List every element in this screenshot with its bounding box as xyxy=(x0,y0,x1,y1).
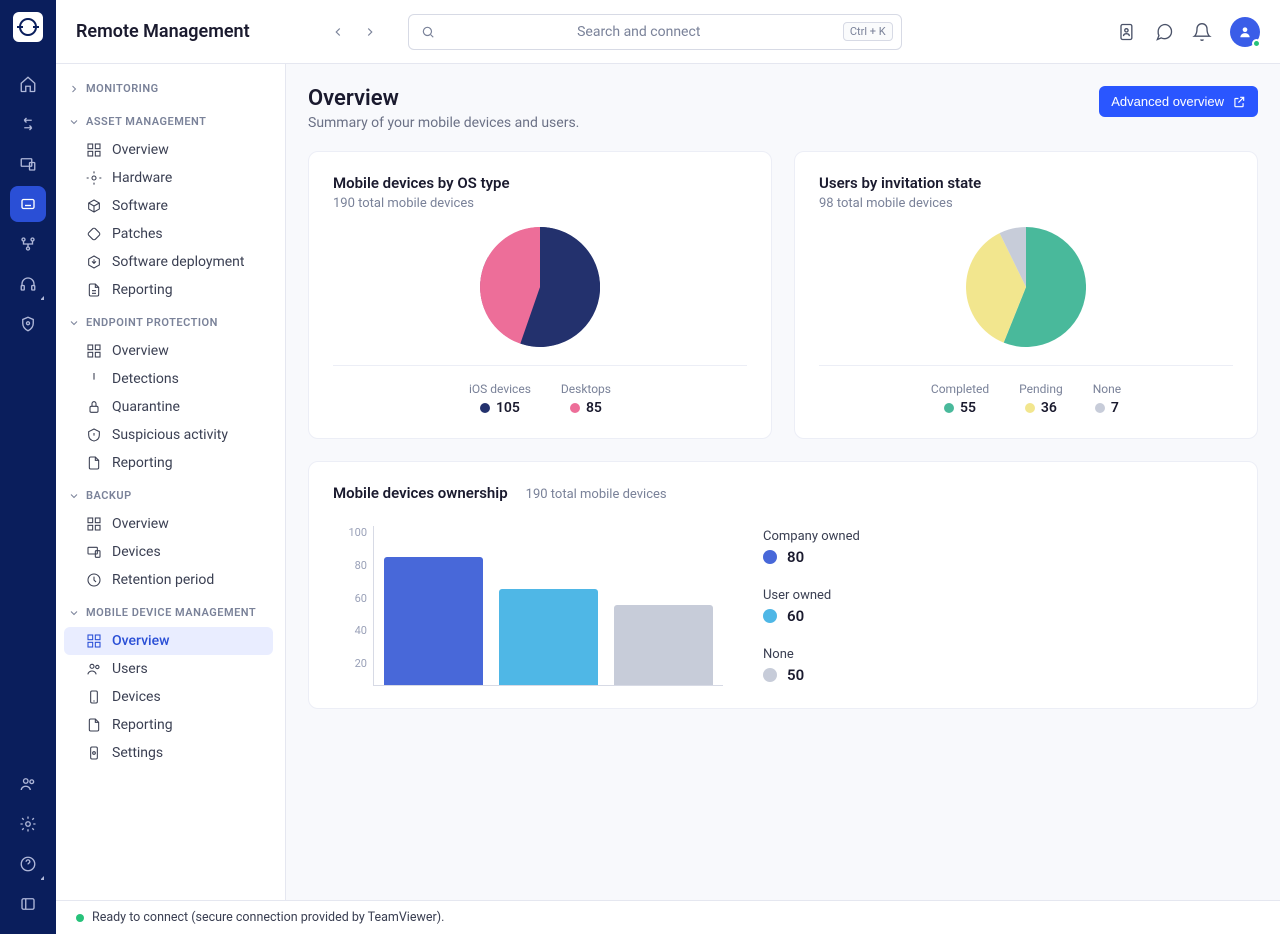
chevron-down-icon xyxy=(68,490,80,502)
tree-head-backup[interactable]: BACKUP xyxy=(62,481,275,510)
legend-item: User owned 60 xyxy=(763,588,860,625)
bar-company xyxy=(384,557,483,685)
chevron-down-icon xyxy=(68,607,80,619)
tree-item-mdm-overview[interactable]: Overview xyxy=(64,627,273,655)
tree-head-asset[interactable]: ASSET MANAGEMENT xyxy=(62,107,275,136)
card-ownership: Mobile devices ownership 190 total mobil… xyxy=(308,461,1258,709)
tree-item-quarantine[interactable]: Quarantine xyxy=(64,393,273,421)
card-subtitle: 190 total mobile devices xyxy=(526,487,667,502)
tree-item-mdm-settings[interactable]: Settings xyxy=(64,739,273,767)
color-dot xyxy=(570,403,580,413)
color-dot xyxy=(480,403,490,413)
legend-item: Desktops 85 xyxy=(561,382,611,416)
color-dot xyxy=(944,403,954,413)
bar-legend: Company owned 80 User owned 60 None 50 xyxy=(763,529,860,684)
tree-item-deployment[interactable]: Software deployment xyxy=(64,248,273,276)
rail-users[interactable] xyxy=(10,766,46,802)
rail-connections[interactable] xyxy=(10,106,46,142)
color-dot xyxy=(1025,403,1035,413)
card-title: Users by invitation state xyxy=(819,174,1233,192)
rail-settings[interactable] xyxy=(10,806,46,842)
tree-head-mdm[interactable]: MOBILE DEVICE MANAGEMENT xyxy=(62,598,275,627)
card-invitation-state: Users by invitation state 98 total mobil… xyxy=(794,151,1258,439)
legend-item: Company owned 80 xyxy=(763,529,860,566)
legend-item: None 50 xyxy=(763,647,860,684)
search-placeholder: Search and connect xyxy=(443,24,835,40)
app-logo[interactable] xyxy=(13,12,43,42)
nav-back[interactable] xyxy=(326,20,350,44)
tree-head-monitoring[interactable]: MONITORING xyxy=(62,74,275,103)
rail-workflows[interactable] xyxy=(10,226,46,262)
tree-item-asset-reporting[interactable]: Reporting xyxy=(64,276,273,304)
bar-user xyxy=(499,589,598,685)
tree-item-software[interactable]: Software xyxy=(64,192,273,220)
avatar[interactable] xyxy=(1230,17,1260,47)
search-icon xyxy=(421,25,435,39)
bar-chart-ownership: 100 80 60 40 20 xyxy=(333,526,723,686)
chevron-down-icon xyxy=(68,317,80,329)
rail-home[interactable] xyxy=(10,66,46,102)
page-subtitle: Summary of your mobile devices and users… xyxy=(308,115,579,131)
tree-item-mdm-devices[interactable]: Devices xyxy=(64,683,273,711)
chevron-right-icon xyxy=(68,83,80,95)
page-title: Overview xyxy=(308,86,579,111)
advanced-overview-button[interactable]: Advanced overview xyxy=(1099,86,1258,117)
status-text: Ready to connect (secure connection prov… xyxy=(92,910,444,925)
rail-remote-management[interactable] xyxy=(10,186,46,222)
left-rail xyxy=(0,0,56,934)
rail-shield[interactable] xyxy=(10,306,46,342)
bell-icon[interactable] xyxy=(1192,22,1212,42)
color-dot xyxy=(763,668,777,682)
presence-dot xyxy=(1252,39,1261,48)
card-title: Mobile devices by OS type xyxy=(333,174,747,192)
tree-item-backup-devices[interactable]: Devices xyxy=(64,538,273,566)
card-subtitle: 190 total mobile devices xyxy=(333,196,747,211)
rail-devices[interactable] xyxy=(10,146,46,182)
tree-item-patches[interactable]: Patches xyxy=(64,220,273,248)
main-panel: Overview Summary of your mobile devices … xyxy=(286,64,1280,900)
tree-item-backup-overview[interactable]: Overview xyxy=(64,510,273,538)
legend-os: iOS devices 105 Desktops 85 xyxy=(333,382,747,416)
pie-chart-users xyxy=(819,227,1233,347)
color-dot xyxy=(763,609,777,623)
color-dot xyxy=(1095,403,1105,413)
sidebar-tree: MONITORING ASSET MANAGEMENT Overview Har… xyxy=(56,64,286,900)
card-subtitle: 98 total mobile devices xyxy=(819,196,1233,211)
tree-item-ep-reporting[interactable]: Reporting xyxy=(64,449,273,477)
y-axis-ticks: 100 80 60 40 20 xyxy=(333,526,367,670)
tree-item-asset-overview[interactable]: Overview xyxy=(64,136,273,164)
topbar: Remote Management Search and connect Ctr… xyxy=(56,0,1280,64)
rail-support[interactable] xyxy=(10,266,46,302)
tree-item-suspicious[interactable]: Suspicious activity xyxy=(64,421,273,449)
rail-collapse[interactable] xyxy=(10,886,46,922)
search-shortcut: Ctrl + K xyxy=(843,22,893,41)
card-title: Mobile devices ownership xyxy=(333,484,508,502)
external-link-icon xyxy=(1232,95,1246,109)
search-input[interactable]: Search and connect Ctrl + K xyxy=(408,14,902,50)
legend-item: Completed 55 xyxy=(931,382,989,416)
rail-help[interactable] xyxy=(10,846,46,882)
bar-none xyxy=(614,605,713,685)
tree-item-mdm-users[interactable]: Users xyxy=(64,655,273,683)
status-dot xyxy=(76,914,84,922)
contacts-icon[interactable] xyxy=(1116,22,1136,42)
statusbar: Ready to connect (secure connection prov… xyxy=(56,900,1280,934)
legend-item: iOS devices 105 xyxy=(469,382,531,416)
tree-item-mdm-reporting[interactable]: Reporting xyxy=(64,711,273,739)
color-dot xyxy=(763,550,777,564)
app-title: Remote Management xyxy=(76,21,250,42)
card-os-type: Mobile devices by OS type 190 total mobi… xyxy=(308,151,772,439)
tree-head-endpoint[interactable]: ENDPOINT PROTECTION xyxy=(62,308,275,337)
tree-item-hardware[interactable]: Hardware xyxy=(64,164,273,192)
nav-forward[interactable] xyxy=(358,20,382,44)
pie-chart-os xyxy=(333,227,747,347)
legend-users: Completed 55 Pending 36 None 7 xyxy=(819,382,1233,416)
tree-item-ep-overview[interactable]: Overview xyxy=(64,337,273,365)
chevron-down-icon xyxy=(68,116,80,128)
tree-item-detections[interactable]: Detections xyxy=(64,365,273,393)
chat-icon[interactable] xyxy=(1154,22,1174,42)
tree-item-retention[interactable]: Retention period xyxy=(64,566,273,594)
legend-item: Pending 36 xyxy=(1019,382,1063,416)
legend-item: None 7 xyxy=(1093,382,1121,416)
